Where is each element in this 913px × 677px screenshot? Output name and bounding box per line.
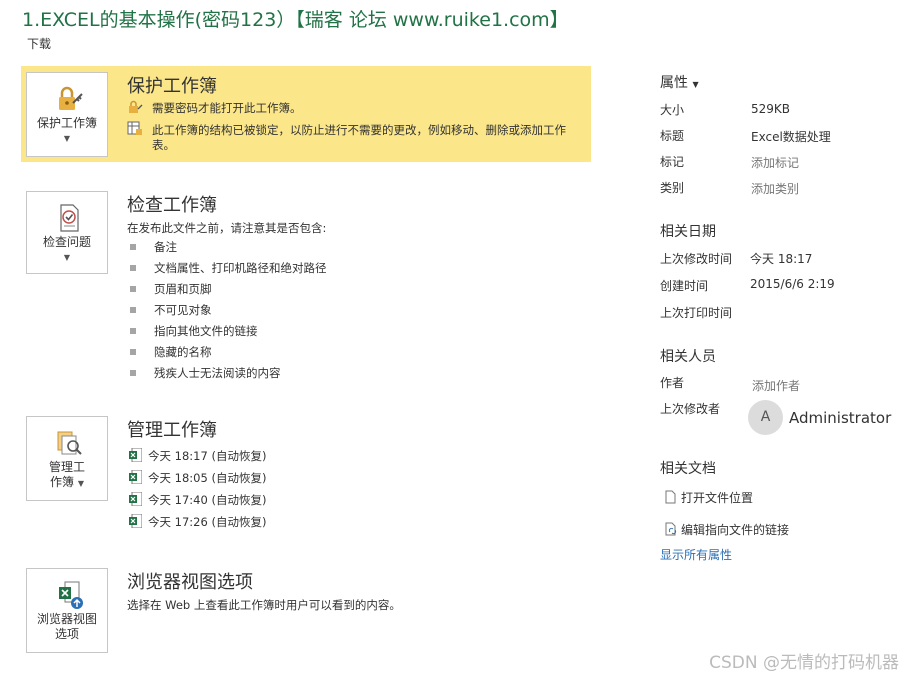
protect-line-structure: 此工作簿的结构已被锁定，以防止进行不需要的更改，例如移动、删除或添加工作	[152, 123, 566, 137]
excel-file-icon	[129, 470, 142, 484]
protect-line-structure-cont: 表。	[152, 138, 175, 152]
manage-document-icon	[57, 431, 82, 455]
properties-heading[interactable]: 属性 ▼	[660, 72, 699, 92]
prop-value-category[interactable]: 添加类别	[751, 180, 799, 197]
prop-label-size: 大小	[660, 103, 685, 117]
date-label-printed: 上次打印时间	[660, 306, 733, 320]
open-file-location-link[interactable]: 打开文件位置	[665, 487, 753, 506]
browser-tile-label-1: 浏览器视图	[36, 612, 97, 626]
author-label: 作者	[660, 376, 685, 390]
chevron-down-icon: ▼	[77, 479, 84, 488]
browser-view-options-button[interactable]: 浏览器视图 选项	[26, 568, 108, 653]
date-value-created: 2015/6/6 2:19	[750, 277, 835, 291]
excel-file-icon	[129, 448, 142, 462]
manage-tile-label-2: 作簿 ▼	[50, 475, 84, 489]
protect-workbook-button[interactable]: 保护工作簿 ▼	[26, 72, 108, 157]
avatar: A	[748, 400, 783, 435]
browser-tile-label-2: 选项	[54, 627, 79, 641]
prop-value-title[interactable]: Excel数据处理	[751, 128, 831, 145]
list-item: 不可见对象	[130, 302, 212, 318]
window-title: 1.EXCEL的基本操作(密码123）【瑞客 论坛 www.ruike1.com…	[22, 9, 569, 31]
prop-label-tags: 标记	[660, 155, 685, 169]
list-item: 页眉和页脚	[130, 281, 212, 297]
list-item: 文档属性、打印机路径和绝对路径	[130, 260, 327, 276]
show-all-properties-link[interactable]: 显示所有属性	[660, 546, 732, 563]
inspect-desc: 在发布此文件之前，请注意其是否包含:	[127, 221, 327, 235]
protect-line-password: 需要密码才能打开此工作簿。	[152, 101, 302, 115]
date-value-modified: 今天 18:17	[750, 252, 813, 266]
check-issues-button[interactable]: 检查问题 ▼	[26, 191, 108, 274]
list-item: 指向其他文件的链接	[130, 323, 258, 339]
add-author-field[interactable]: 添加作者	[752, 377, 800, 394]
excel-file-icon	[129, 514, 142, 528]
protect-tile-label: 保护工作簿	[36, 116, 97, 130]
manage-title: 管理工作簿	[127, 420, 217, 441]
version-item[interactable]: 今天 17:40 (自动恢复)	[129, 490, 266, 508]
related-people-heading: 相关人员	[660, 349, 716, 365]
watermark: CSDN @无情的打码机器	[709, 653, 899, 673]
date-label-modified: 上次修改时间	[660, 252, 733, 266]
check-issues-label: 检查问题	[42, 235, 91, 249]
document-link-icon	[665, 522, 677, 536]
document-icon	[665, 490, 676, 504]
date-label-created: 创建时间	[660, 279, 709, 293]
download-label[interactable]: 下载	[27, 35, 51, 52]
inspect-title: 检查工作簿	[127, 195, 217, 216]
prop-value-tags[interactable]: 添加标记	[751, 154, 799, 171]
prop-value-size: 529KB	[751, 102, 791, 116]
version-item[interactable]: 今天 17:26 (自动恢复)	[129, 512, 266, 530]
manage-tile-label-1: 管理工	[48, 460, 85, 474]
chevron-down-icon: ▼	[692, 80, 699, 89]
excel-file-icon	[129, 492, 142, 506]
manage-workbook-button[interactable]: 管理工 作簿 ▼	[26, 416, 108, 501]
protect-title: 保护工作簿	[127, 76, 217, 97]
version-item[interactable]: 今天 18:05 (自动恢复)	[129, 468, 266, 486]
version-item[interactable]: 今天 18:17 (自动恢复)	[129, 446, 266, 464]
lock-icon	[129, 100, 143, 113]
lock-key-icon	[59, 86, 83, 110]
chevron-down-icon: ▼	[63, 134, 71, 143]
edit-links-link[interactable]: 编辑指向文件的链接	[665, 519, 789, 538]
prop-label-category: 类别	[660, 181, 685, 195]
browser-title: 浏览器视图选项	[127, 572, 253, 593]
related-dates-heading: 相关日期	[660, 224, 716, 240]
structure-lock-icon	[127, 121, 142, 135]
list-item: 隐藏的名称	[130, 344, 212, 360]
last-modified-by-label: 上次修改者	[660, 402, 721, 416]
list-item: 备注	[130, 239, 177, 255]
browser-desc: 选择在 Web 上查看此工作簿时用户可以看到的内容。	[127, 598, 401, 612]
excel-web-icon	[59, 581, 83, 609]
list-item: 残疾人士无法阅读的内容	[130, 365, 281, 381]
prop-label-title: 标题	[660, 129, 685, 143]
modifier-name[interactable]: Administrator	[789, 409, 891, 427]
inspect-document-icon	[60, 204, 79, 232]
chevron-down-icon: ▼	[63, 253, 71, 262]
related-docs-heading: 相关文档	[660, 461, 716, 477]
